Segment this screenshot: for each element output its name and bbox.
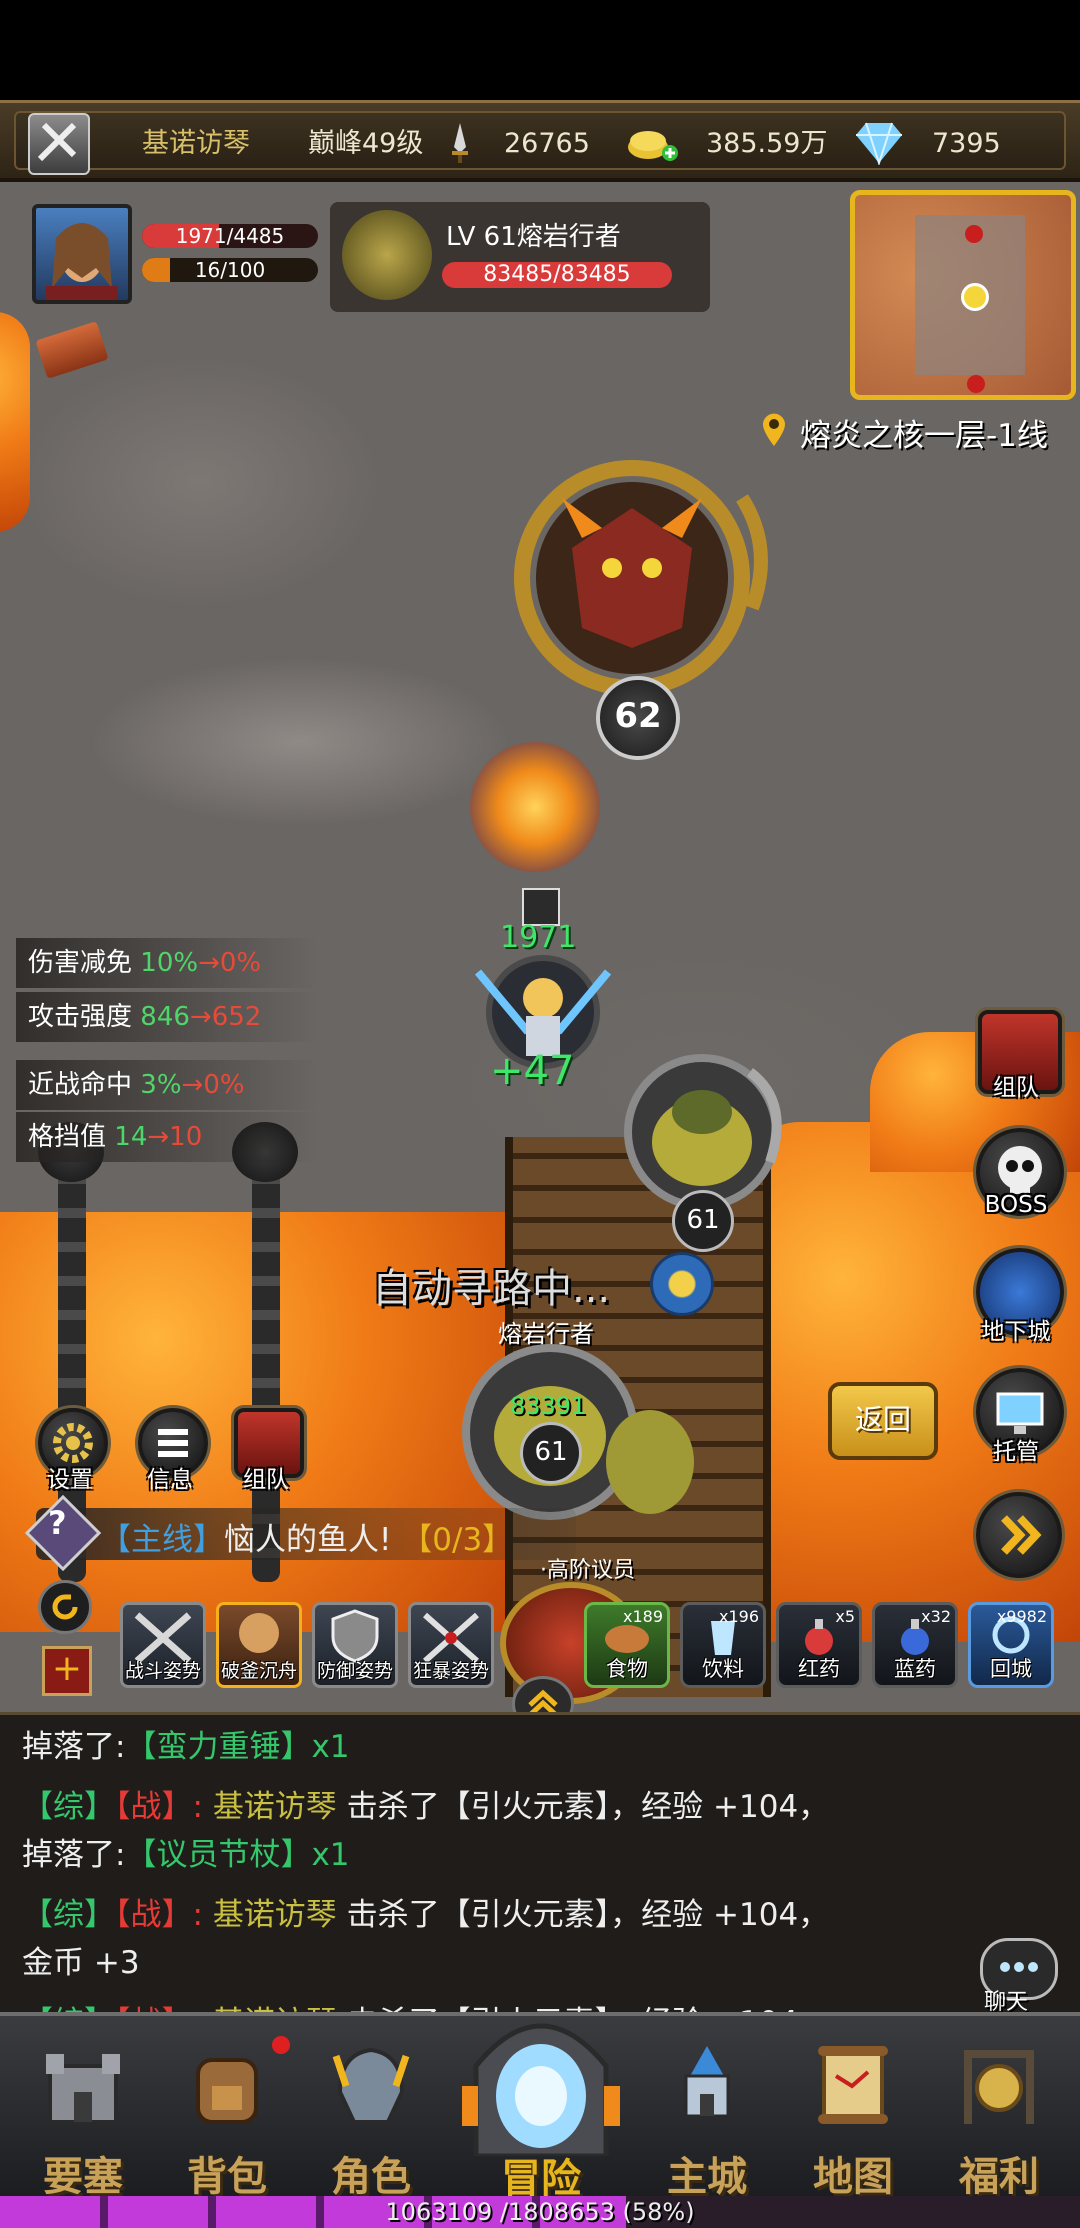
skill-desperate-strike[interactable]: 破釜沉舟 xyxy=(216,1602,302,1688)
game-scene[interactable]: 1971/4485 16/100 LV 61熔岩行者 83485/83485 熔… xyxy=(0,182,1080,1712)
nav-character[interactable]: 角色 xyxy=(306,2036,436,2200)
boss-emblem[interactable] xyxy=(512,458,782,708)
minimap[interactable] xyxy=(850,190,1076,400)
minimap-enemy-marker xyxy=(967,375,985,393)
player-name: 基诺访琴 xyxy=(142,128,250,159)
chat-line: 金币 +3 xyxy=(22,1945,140,1981)
skill-defensive-stance[interactable]: 防御姿势 xyxy=(312,1602,398,1688)
quest-text: 【主线】恼人的鱼人! 【0/3】 xyxy=(100,1522,514,1558)
minimap-player-marker xyxy=(961,283,989,311)
quest-question-mark: ? xyxy=(48,1504,67,1542)
boss-label: BOSS xyxy=(984,1192,1048,1218)
item-blue-potion[interactable]: x32 蓝药 xyxy=(872,1602,958,1688)
refresh-icon[interactable] xyxy=(38,1580,92,1634)
gong-icon xyxy=(954,2036,1044,2131)
skill-battle-stance[interactable]: 战斗姿势 xyxy=(120,1602,206,1688)
enemy-lava-walker-target[interactable] xyxy=(460,1332,720,1532)
player-avatar[interactable] xyxy=(32,204,132,304)
hero-heal-popup: +47 xyxy=(490,1048,575,1094)
avatar-badge-icon[interactable] xyxy=(28,113,90,175)
nav-main-city[interactable]: 主城 xyxy=(642,2036,772,2200)
lava-left xyxy=(0,312,30,532)
skill-berserker-stance[interactable]: 狂暴姿势 xyxy=(408,1602,494,1688)
location-pin-icon xyxy=(760,412,788,448)
target-hp-text: 83485/83485 xyxy=(483,262,631,287)
chat-log[interactable]: 掉落了:【蛮力重锤】x1 【综】【战】: 基诺访琴 击杀了【引火元素】，经验 +… xyxy=(0,1712,1080,2041)
diamond-icon xyxy=(852,121,906,167)
target-portrait[interactable] xyxy=(342,210,432,300)
player-hp-text: 1971/4485 xyxy=(175,224,285,248)
status-bar xyxy=(0,0,1080,100)
brick-icon xyxy=(35,321,109,379)
nav-backpack[interactable]: 背包 xyxy=(162,2036,292,2200)
item-drink[interactable]: x196 饮料 xyxy=(680,1602,766,1688)
chat-line: 掉落了:【蛮力重锤】x1 xyxy=(22,1729,350,1765)
castle-icon xyxy=(662,2036,752,2131)
nav-adventure[interactable]: 冒险 xyxy=(446,1986,636,2202)
stat-row-melee-hit: 近战命中 3%→0% xyxy=(16,1060,318,1110)
info-label: 信息 xyxy=(147,1467,193,1493)
minimap-enemy-marker xyxy=(965,225,983,243)
stat-row-damage-reduction: 伤害减免 10%→0% xyxy=(16,938,318,988)
notification-dot xyxy=(272,2036,290,2054)
swirl-icon xyxy=(650,1252,714,1316)
fortress-icon xyxy=(38,2036,128,2131)
location-name: 熔炎之核一层-1线 xyxy=(800,418,1048,454)
boss-level-badge: 62 xyxy=(596,676,680,760)
team-label: 组队 xyxy=(993,1075,1039,1101)
return-button[interactable]: 返回 xyxy=(828,1382,938,1460)
player-mp-text: 16/100 xyxy=(194,258,266,282)
gold-icon[interactable] xyxy=(626,123,680,163)
chat-line: 【综】【战】: 基诺访琴 击杀了【引火元素】，经验 +104， xyxy=(22,1897,830,1933)
peak-rank: 巅峰49级 xyxy=(308,128,424,159)
bottom-navigation: 要塞 背包 角色 冒险 主城 地图 福利 xyxy=(0,2012,1080,2202)
auto-pathfinding-text: 自动寻路中... xyxy=(372,1266,611,1312)
team-left-label: 组队 xyxy=(243,1467,289,1493)
resource-bar: 基诺访琴 巅峰49级 26765 385.59万 7395 xyxy=(0,100,1080,182)
nav-map[interactable]: 地图 xyxy=(788,2036,918,2200)
sword-icon xyxy=(446,121,474,165)
item-food[interactable]: x189 食物 xyxy=(584,1602,670,1688)
diamond-amount: 7395 xyxy=(932,128,1001,159)
helmet-icon xyxy=(326,2036,416,2131)
dungeon-label: 地下城 xyxy=(981,1319,1051,1345)
backpack-icon xyxy=(182,2036,272,2131)
experience-bar: 1063109 /1808653 (58%) xyxy=(0,2196,1080,2228)
expand-arrow-button[interactable] xyxy=(976,1492,1062,1578)
stat-row-block-value: 格挡值 14→10 xyxy=(16,1112,318,1162)
item-return-town[interactable]: x9982 回城 xyxy=(968,1602,1054,1688)
portal-icon xyxy=(456,1986,626,2159)
enemy-level-badge: 61 xyxy=(672,1190,734,1252)
item-red-potion[interactable]: x5 红药 xyxy=(776,1602,862,1688)
host-label: 托管 xyxy=(993,1439,1039,1465)
gold-amount: 385.59万 xyxy=(706,128,828,159)
settings-label: 设置 xyxy=(47,1467,93,1493)
stat-row-attack-power: 攻击强度 846→652 xyxy=(16,992,318,1042)
target-name: LV 61熔岩行者 xyxy=(446,222,621,252)
enemy-hp-popup: 83391 xyxy=(510,1392,587,1420)
enemy-level-badge: 61 xyxy=(520,1422,582,1484)
chat-line: 掉落了:【议员节杖】x1 xyxy=(22,1837,350,1873)
chat-line: 【综】【战】: 基诺访琴 击杀了【引火元素】，经验 +104， xyxy=(22,1789,830,1825)
hero-hp-popup: 1971 xyxy=(500,920,577,955)
fire-explosion xyxy=(470,742,600,872)
scroll-map-icon xyxy=(808,2036,898,2131)
nav-fortress[interactable]: 要塞 xyxy=(18,2036,148,2200)
add-skill-button[interactable]: + xyxy=(42,1646,92,1696)
attack-power: 26765 xyxy=(504,128,590,159)
nav-welfare[interactable]: 福利 xyxy=(934,2036,1064,2200)
experience-text: 1063109 /1808653 (58%) xyxy=(385,2198,695,2226)
